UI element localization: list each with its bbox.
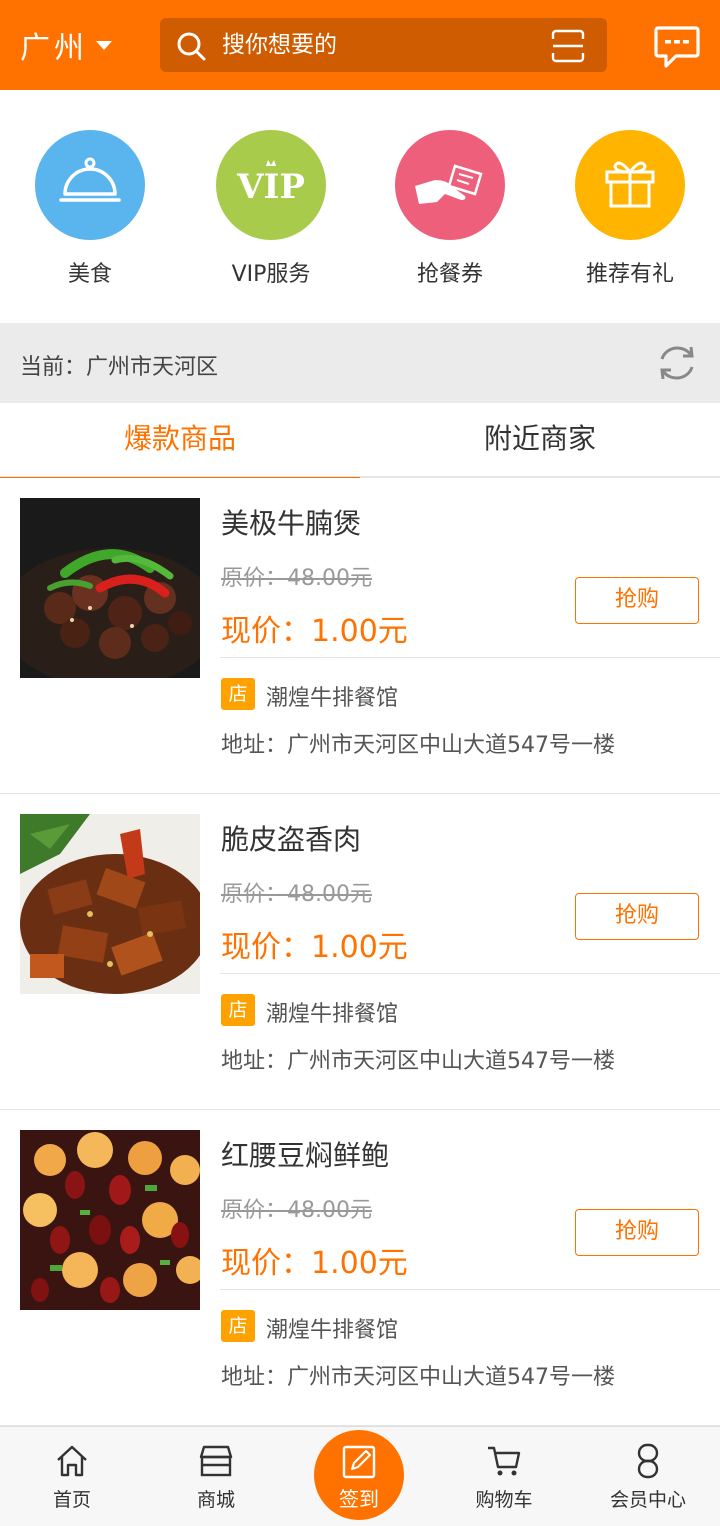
current-price: 现价：1.00元 (221, 930, 408, 965)
nav-member-center[interactable]: 会员中心 (576, 1427, 720, 1526)
buy-button[interactable]: 抢购 (575, 577, 699, 624)
gift-icon (605, 161, 655, 208)
buy-button[interactable]: 抢购 (575, 1209, 699, 1256)
edit-icon (342, 1445, 376, 1479)
list-item[interactable]: 美极牛腩煲 原价：48.00元 现价：1.00元 抢购 店 潮煌牛排餐馆 地址：… (0, 478, 720, 794)
menu-label: 美食 (67, 262, 112, 287)
tab-bar: 爆款商品 附近商家 (0, 403, 720, 480)
search-input[interactable]: 搜你想要的 (160, 18, 607, 72)
original-price: 原价：48.00元 (221, 566, 372, 591)
store-icon (199, 1445, 233, 1477)
shop-name: 潮煌牛排餐馆 (266, 1002, 399, 1027)
divider (220, 657, 720, 658)
shop-name: 潮煌牛排餐馆 (266, 1318, 399, 1343)
user-icon (637, 1443, 659, 1479)
message-icon[interactable] (654, 24, 700, 70)
tab-nearby-merchants[interactable]: 附近商家 (360, 403, 720, 478)
shop-name: 潮煌牛排餐馆 (266, 686, 399, 711)
product-name: 红腰豆焖鲜鲍 (221, 1139, 390, 1172)
quick-menu: 美食 VIP VIP服务 抢餐券 推荐有礼 (0, 90, 720, 323)
food-cloche-icon (59, 157, 121, 202)
menu-label: 抢餐券 (416, 262, 483, 287)
nav-sign-in-button[interactable]: 签到 (314, 1430, 404, 1520)
original-price: 原价：48.00元 (221, 1198, 372, 1223)
buy-button[interactable]: 抢购 (575, 893, 699, 940)
product-image[interactable] (20, 498, 200, 678)
shop-address: 地址：广州市天河区中山大道547号一楼 (221, 1049, 615, 1074)
product-name: 脆皮盗香肉 (221, 823, 362, 856)
home-icon (57, 1445, 87, 1477)
abalone-bean-photo (20, 1130, 200, 1310)
shop-address: 地址：广州市天河区中山大道547号一楼 (221, 1365, 615, 1390)
crispy-pork-photo (20, 814, 200, 994)
menu-item-vip[interactable]: VIP VIP服务 (181, 130, 361, 300)
nav-cart[interactable]: 购物车 (432, 1427, 576, 1526)
refresh-icon[interactable] (656, 343, 698, 383)
nav-label: 会员中心 (609, 1489, 686, 1511)
menu-circle[interactable] (35, 130, 145, 240)
shop-badge: 店 (221, 1310, 255, 1342)
header-bar: 广州 搜你想要的 (0, 0, 720, 90)
nav-store[interactable]: 商城 (144, 1427, 288, 1526)
menu-item-gift[interactable]: 推荐有礼 (540, 130, 720, 300)
menu-item-coupon[interactable]: 抢餐券 (360, 130, 540, 300)
coupon-icon (415, 164, 483, 204)
list-item[interactable]: 红腰豆焖鲜鲍 原价：48.00元 现价：1.00元 抢购 店 潮煌牛排餐馆 地址… (0, 1110, 720, 1426)
nav-label: 购物车 (475, 1489, 533, 1511)
current-price: 现价：1.00元 (221, 614, 408, 649)
vip-icon: VIP (236, 160, 305, 207)
current-location: 当前：广州市天河区 (20, 355, 219, 380)
nav-label: 商城 (196, 1489, 235, 1511)
city-selector[interactable]: 广州 (20, 22, 112, 68)
product-image[interactable] (20, 1130, 200, 1310)
menu-item-food[interactable]: 美食 (0, 130, 180, 300)
nav-label: 签到 (339, 1487, 379, 1511)
shop-badge: 店 (221, 678, 255, 710)
shop-address: 地址：广州市天河区中山大道547号一楼 (221, 733, 615, 758)
svg-text:VIP: VIP (236, 167, 305, 207)
divider (220, 1289, 720, 1290)
original-price: 原价：48.00元 (221, 882, 372, 907)
menu-circle[interactable] (395, 130, 505, 240)
menu-circle[interactable]: VIP (216, 130, 326, 240)
menu-label: VIP服务 (231, 262, 311, 287)
search-icon (177, 32, 206, 61)
cart-icon (488, 1446, 521, 1476)
list-item[interactable]: 脆皮盗香肉 原价：48.00元 现价：1.00元 抢购 店 潮煌牛排餐馆 地址：… (0, 794, 720, 1110)
tab-hot-products[interactable]: 爆款商品 (0, 403, 360, 480)
menu-circle[interactable] (575, 130, 685, 240)
city-label[interactable]: 广州 (20, 23, 88, 67)
current-price: 现价：1.00元 (221, 1246, 408, 1281)
product-name: 美极牛腩煲 (221, 507, 362, 540)
product-image[interactable] (20, 814, 200, 994)
dropdown-caret-icon[interactable] (96, 40, 112, 50)
scan-icon[interactable] (551, 29, 585, 63)
location-bar: 当前：广州市天河区 (0, 323, 720, 403)
nav-home[interactable]: 首页 (0, 1427, 144, 1526)
divider (220, 973, 720, 974)
beef-stew-photo (20, 498, 200, 678)
search-placeholder[interactable]: 搜你想要的 (222, 31, 337, 59)
nav-label: 首页 (52, 1489, 91, 1511)
shop-badge: 店 (221, 994, 255, 1026)
menu-label: 推荐有礼 (585, 262, 674, 287)
